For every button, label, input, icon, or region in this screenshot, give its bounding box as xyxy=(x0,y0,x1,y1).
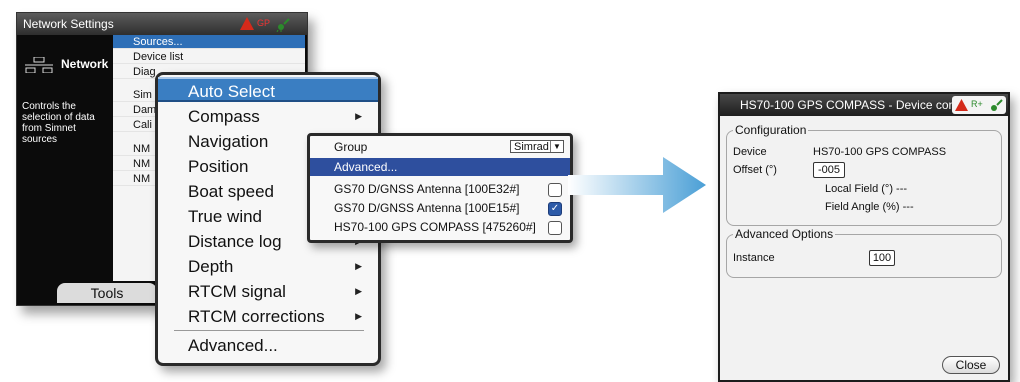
chevron-down-icon: ▼ xyxy=(550,141,563,152)
menu-item-label: Distance log xyxy=(188,232,282,251)
menu-item-label: Advanced... xyxy=(188,336,278,355)
menu-item-label: RTCM corrections xyxy=(188,307,325,326)
menu-item-label: Auto Select xyxy=(188,82,275,101)
group-select[interactable]: Simrad ▼ xyxy=(510,140,564,153)
network-icon xyxy=(25,57,53,73)
device-label: HS70-100 GPS COMPASS [475260#] xyxy=(334,220,536,234)
satellite-icon xyxy=(991,99,1003,111)
network-sidebar: Network Controls the selection of data f… xyxy=(17,35,113,281)
menu-item-label: True wind xyxy=(188,207,263,226)
menu-item-auto-select[interactable]: Auto Select xyxy=(158,77,378,102)
device-value: HS70-100 GPS COMPASS xyxy=(813,146,947,158)
menu-item-label: Navigation xyxy=(188,132,269,151)
network-label: Network xyxy=(61,57,109,71)
offset-input[interactable]: -005 xyxy=(813,162,845,178)
list-item-device-list[interactable]: Device list xyxy=(113,50,305,64)
field-angle-readout: Field Angle (%) --- xyxy=(825,201,914,213)
status-label: R+ xyxy=(971,99,983,109)
menu-item-label: RTCM signal xyxy=(188,282,286,301)
device-row-gs70-100e15[interactable]: GS70 D/GNSS Antenna [100E15#] ✓ xyxy=(310,199,570,217)
group-row: Group Simrad ▼ xyxy=(310,138,570,156)
status-indicators: R+ xyxy=(952,96,1006,114)
device-label: GS70 D/GNSS Antenna [100E15#] xyxy=(334,201,520,215)
menu-item-label: Boat speed xyxy=(188,182,275,201)
advanced-options-group: Advanced Options Instance 100 xyxy=(726,227,1002,278)
offset-label: Offset (°) xyxy=(733,164,777,176)
instance-label: Instance xyxy=(733,252,775,264)
group-select-value: Simrad xyxy=(514,141,549,153)
satellite-icon xyxy=(276,18,290,32)
menu-item-compass[interactable]: Compass ▶ xyxy=(158,104,378,129)
warning-icon xyxy=(240,17,254,30)
transition-arrow-icon xyxy=(568,157,706,213)
menu-item-advanced[interactable]: Advanced... xyxy=(158,333,378,358)
menu-divider xyxy=(174,330,364,331)
group-label: Group xyxy=(334,140,368,154)
menu-item-label: Compass xyxy=(188,107,260,126)
configuration-group-title: Configuration xyxy=(733,123,809,137)
compass-sources-menu: Group Simrad ▼ Advanced... GS70 D/GNSS A… xyxy=(307,133,573,243)
window-title: Network Settings xyxy=(23,17,114,31)
close-button[interactable]: Close xyxy=(942,356,1000,374)
local-field-readout: Local Field (°) --- xyxy=(825,183,908,195)
instance-input[interactable]: 100 xyxy=(869,250,895,266)
device-row-hs70-475260[interactable]: HS70-100 GPS COMPASS [475260#] xyxy=(310,218,570,236)
gps-status-label: GP xyxy=(257,18,271,28)
device-checkbox[interactable] xyxy=(548,221,562,235)
device-label: Device xyxy=(733,146,767,158)
list-item-sources[interactable]: Sources... xyxy=(113,35,305,49)
menu-item-label: Position xyxy=(188,157,249,176)
configuration-group: Configuration Device HS70-100 GPS COMPAS… xyxy=(726,123,1002,226)
device-checkbox-checked[interactable]: ✓ xyxy=(548,202,562,216)
menu-item-label: Depth xyxy=(188,257,234,276)
device-configuration-dialog: HS70-100 GPS COMPASS - Device configurat… xyxy=(718,92,1010,382)
submenu-arrow-icon: ▶ xyxy=(355,111,362,121)
network-description: Controls the selection of data from Simn… xyxy=(22,101,95,145)
advanced-options-title: Advanced Options xyxy=(733,227,836,241)
tools-tab[interactable]: Tools xyxy=(57,283,157,303)
warning-icon xyxy=(955,99,968,111)
device-label: GS70 D/GNSS Antenna [100E32#] xyxy=(334,182,520,196)
menu-item-depth[interactable]: Depth ▶ xyxy=(158,254,378,279)
menu-item-rtcm-corrections[interactable]: RTCM corrections ▶ xyxy=(158,304,378,329)
dialog-titlebar: HS70-100 GPS COMPASS - Device configurat… xyxy=(720,94,1008,116)
device-row-gs70-100e32[interactable]: GS70 D/GNSS Antenna [100E32#] xyxy=(310,180,570,198)
menu-item-rtcm-signal[interactable]: RTCM signal ▶ xyxy=(158,279,378,304)
submenu-arrow-icon: ▶ xyxy=(355,286,362,296)
menu-item-advanced[interactable]: Advanced... xyxy=(310,158,570,176)
submenu-arrow-icon: ▶ xyxy=(355,311,362,321)
device-checkbox[interactable] xyxy=(548,183,562,197)
network-settings-titlebar: Network Settings GP xyxy=(17,13,307,35)
submenu-arrow-icon: ▶ xyxy=(355,261,362,271)
